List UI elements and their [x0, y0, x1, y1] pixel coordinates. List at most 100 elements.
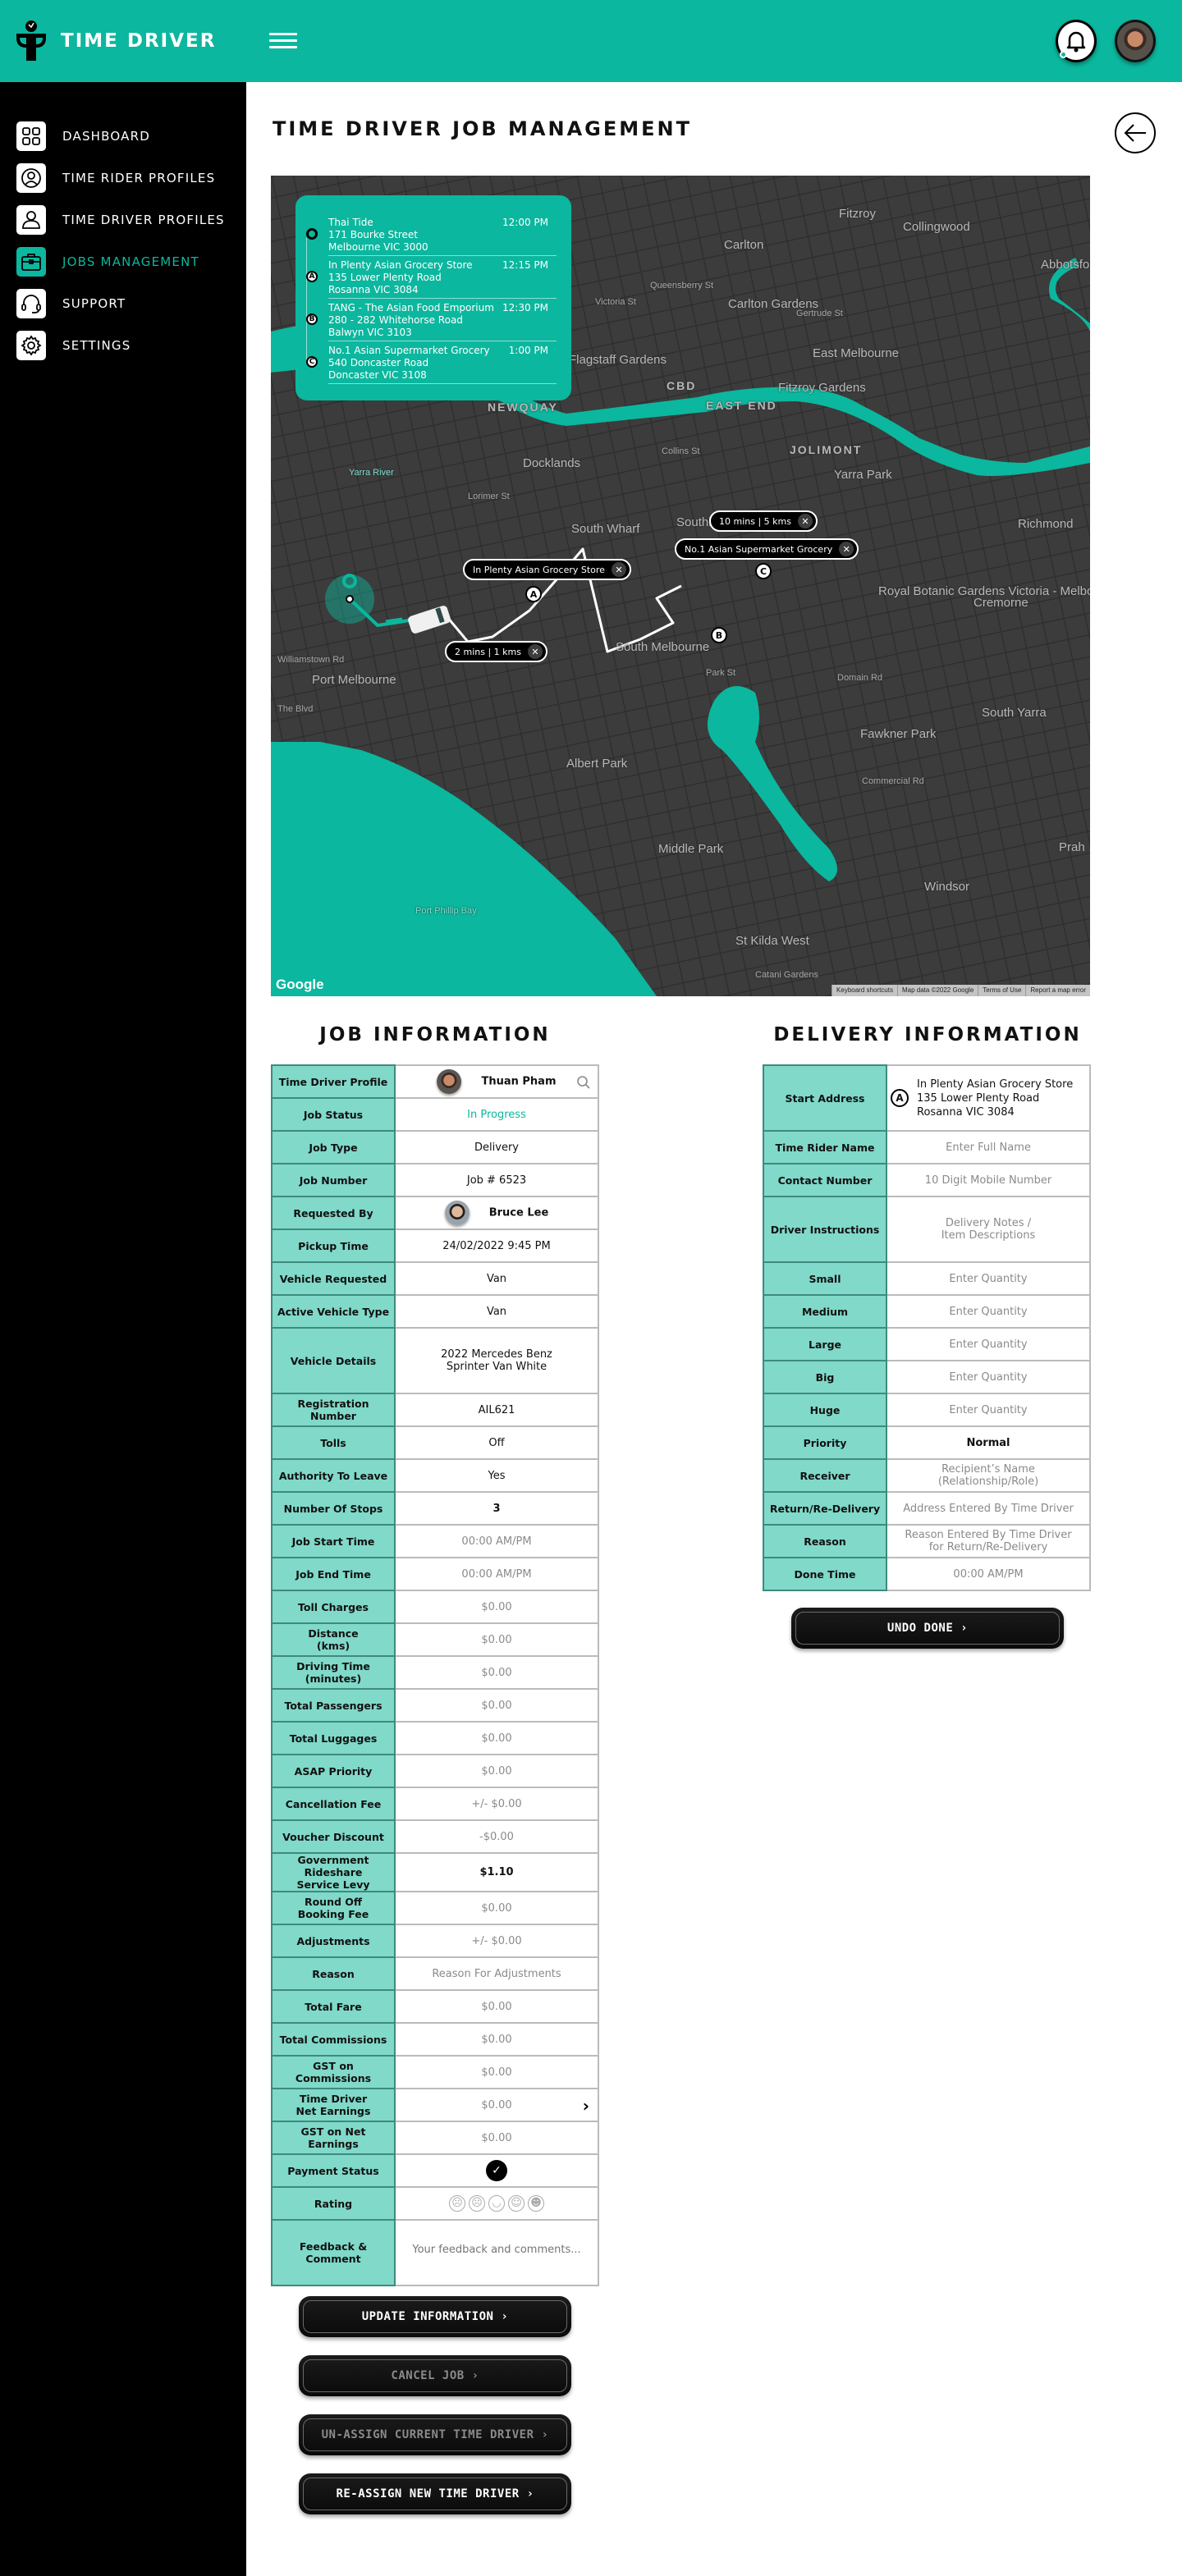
feedback-textarea[interactable] [398, 2239, 595, 2263]
route-stop[interactable]: Thai Tide 171 Bourke Street Melbourne VI… [306, 213, 557, 256]
close-icon[interactable]: ✕ [797, 514, 813, 528]
route-stop[interactable]: C No.1 Asian Supermarket Grocery 540 Don… [306, 341, 557, 384]
map-label: Windsor [924, 880, 970, 894]
chevron-right-icon[interactable]: › [583, 2096, 589, 2116]
table-row: Time Rider Name Enter Full Name [763, 1130, 1091, 1164]
very-sad-face-icon[interactable]: ☹ [449, 2195, 465, 2212]
stop-marker-a-icon: A [891, 1089, 909, 1107]
row-value[interactable]: 10 Digit Mobile Number [886, 1163, 1091, 1197]
cancel-job-button[interactable]: CANCEL JOB › [299, 2355, 571, 2396]
very-happy-face-icon[interactable]: ☻ [528, 2195, 544, 2212]
row-value[interactable]: 00:00 AM/PM [394, 1557, 599, 1591]
row-value[interactable]: Reason Entered By Time Driver for Return… [886, 1524, 1091, 1558]
map-pin-c-icon[interactable]: C [755, 563, 772, 579]
search-icon[interactable] [576, 1075, 591, 1090]
report-map-error-link[interactable]: Report a map error [1025, 985, 1090, 996]
sidebar-item-settings[interactable]: SETTINGS [16, 331, 131, 360]
value-text: $0.00 [481, 1764, 512, 1778]
sidebar-item-dashboard[interactable]: DASHBOARD [16, 121, 150, 151]
sidebar-item-time-driver-profiles[interactable]: TIME DRIVER PROFILES [16, 205, 225, 235]
stop-time: 1:00 PM [508, 345, 548, 356]
map-label: Richmond [1018, 517, 1074, 531]
leg-2-duration-pill[interactable]: 10 mins | 5 kms ✕ [709, 510, 818, 532]
row-value[interactable]: $0.00 [394, 1891, 599, 1925]
update-information-button[interactable]: UPDATE INFORMATION › [299, 2296, 571, 2337]
happy-face-icon[interactable]: ☺ [508, 2195, 525, 2212]
sidebar-item-jobs-management[interactable]: JOBS MANAGEMENT [16, 247, 199, 277]
table-row: Medium Enter Quantity [763, 1294, 1091, 1329]
back-button[interactable] [1115, 112, 1156, 153]
row-label: Job Status [271, 1097, 396, 1132]
row-value[interactable]: Enter Full Name [886, 1130, 1091, 1164]
unassign-driver-button[interactable]: UN-ASSIGN CURRENT TIME DRIVER › [299, 2414, 571, 2455]
value-text: $0.00 [481, 1666, 512, 1679]
row-value[interactable]: Address Entered By Time Driver [886, 1491, 1091, 1526]
row-value[interactable]: $0.00 [394, 1622, 599, 1657]
value-text: $0.00 [481, 2000, 512, 2013]
row-value[interactable]: Reason For Adjustments [394, 1956, 599, 1991]
reassign-driver-button[interactable]: RE-ASSIGN NEW TIME DRIVER › [299, 2473, 571, 2514]
row-value[interactable]: $0.00 [394, 1590, 599, 1624]
driver-profile-cell[interactable]: Thuan Pham [394, 1064, 599, 1099]
close-icon[interactable]: ✕ [839, 542, 854, 556]
table-row: Adjustments +/- $0.00 [271, 1924, 599, 1958]
row-value[interactable]: $0.00 › [394, 2088, 599, 2122]
row-value[interactable]: Recipient’s Name (Relationship/Role) [886, 1458, 1091, 1493]
row-value[interactable]: 00:00 AM/PM [886, 1557, 1091, 1591]
row-value[interactable]: Enter Quantity [886, 1393, 1091, 1427]
user-avatar[interactable] [1115, 20, 1156, 62]
table-row: Requested By Bruce Lee [271, 1196, 599, 1230]
row-value[interactable]: Enter Quantity [886, 1261, 1091, 1296]
map-label: Prah [1059, 840, 1085, 854]
stop-address-line1: 540 Doncaster Road [328, 357, 429, 368]
map-pin-a-icon[interactable]: A [525, 586, 542, 602]
table-row: Reason Reason Entered By Time Driver for … [763, 1524, 1091, 1558]
keyboard-shortcuts-link[interactable]: Keyboard shortcuts [832, 985, 897, 996]
terms-of-use-link[interactable]: Terms of Use [978, 985, 1025, 996]
requested-by-cell[interactable]: Bruce Lee [394, 1196, 599, 1230]
bell-icon [1066, 31, 1086, 53]
brand-logo[interactable]: TIME DRIVER [15, 20, 216, 62]
route-stop[interactable]: A In Plenty Asian Grocery Store 135 Lowe… [306, 256, 557, 299]
map-label: Port Melbourne [312, 673, 396, 687]
leg-1-duration-pill[interactable]: 2 mins | 1 kms ✕ [445, 641, 547, 662]
undo-done-button[interactable]: UNDO DONE › [791, 1608, 1064, 1649]
row-value[interactable]: 00:00 AM/PM [394, 1524, 599, 1558]
sidebar-item-time-rider-profiles[interactable]: TIME RIDER PROFILES [16, 163, 215, 193]
row-value[interactable]: Delivery Notes / Item Descriptions [886, 1196, 1091, 1263]
stop-c-label-pill[interactable]: No.1 Asian Supermarket Grocery ✕ [675, 538, 859, 560]
row-value: 24/02/2022 9:45 PM [394, 1229, 599, 1263]
row-value[interactable]: Enter Quantity [886, 1360, 1091, 1394]
row-value[interactable]: $0.00 [394, 2121, 599, 2155]
row-value[interactable]: $0.00 [394, 1754, 599, 1788]
row-value[interactable]: $0.00 [394, 1989, 599, 2024]
map-pin-b-icon[interactable]: B [711, 627, 727, 643]
row-label: Total Fare [271, 1989, 396, 2024]
close-icon[interactable]: ✕ [527, 644, 543, 659]
row-value[interactable]: +/- $0.00 [394, 1924, 599, 1958]
row-value[interactable]: $0.00 [394, 1688, 599, 1723]
row-value[interactable]: $0.00 [394, 1655, 599, 1690]
notifications-button[interactable] [1056, 20, 1097, 62]
checkmark-icon[interactable]: ✓ [486, 2160, 507, 2181]
row-value[interactable]: -$0.00 [394, 1819, 599, 1854]
stop-a-label-pill[interactable]: In Plenty Asian Grocery Store ✕ [463, 559, 631, 580]
neutral-face-icon[interactable]: ◡ [488, 2195, 505, 2212]
value-text: Enter Full Name [946, 1141, 1031, 1154]
sidebar-item-support[interactable]: SUPPORT [16, 289, 126, 318]
value-text: $0.00 [481, 1901, 512, 1915]
row-value[interactable]: $0.00 [394, 2055, 599, 2089]
sad-face-icon[interactable]: ☹ [469, 2195, 485, 2212]
map-label: Queensberry St [650, 281, 714, 291]
menu-toggle-icon[interactable] [269, 33, 297, 49]
route-stop[interactable]: B TANG - The Asian Food Emporium 280 - 2… [306, 299, 557, 341]
route-map[interactable]: Fitzroy Collingwood Carlton Abbotsford Q… [271, 176, 1090, 996]
close-icon[interactable]: ✕ [611, 562, 626, 577]
table-row: Toll Charges $0.00 [271, 1590, 599, 1624]
row-value[interactable]: Enter Quantity [886, 1327, 1091, 1361]
row-value[interactable]: +/- $0.00 [394, 1787, 599, 1821]
row-value[interactable]: $0.00 [394, 1721, 599, 1755]
row-value[interactable]: $0.00 [394, 2022, 599, 2057]
row-value[interactable]: Enter Quantity [886, 1294, 1091, 1329]
start-address-cell[interactable]: A In Plenty Asian Grocery Store 135 Lowe… [886, 1064, 1091, 1132]
